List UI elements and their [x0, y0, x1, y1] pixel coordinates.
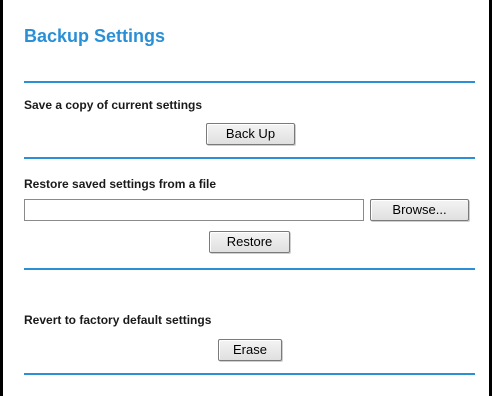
- restore-button[interactable]: Restore: [209, 231, 290, 253]
- restore-file-field[interactable]: [24, 199, 364, 221]
- back-up-button[interactable]: Back Up: [206, 123, 295, 145]
- section-divider: [24, 373, 475, 375]
- backup-settings-panel: Backup Settings Save a copy of current s…: [0, 0, 492, 396]
- page-title: Backup Settings: [24, 26, 166, 46]
- backup-label: Save a copy of current settings: [24, 98, 203, 112]
- section-divider: [24, 81, 475, 83]
- browse-button[interactable]: Browse...: [370, 199, 469, 221]
- erase-button[interactable]: Erase: [218, 339, 282, 361]
- section-divider: [24, 268, 475, 270]
- erase-label: Revert to factory default settings: [24, 313, 212, 327]
- section-divider: [24, 157, 475, 159]
- restore-label: Restore saved settings from a file: [24, 177, 217, 191]
